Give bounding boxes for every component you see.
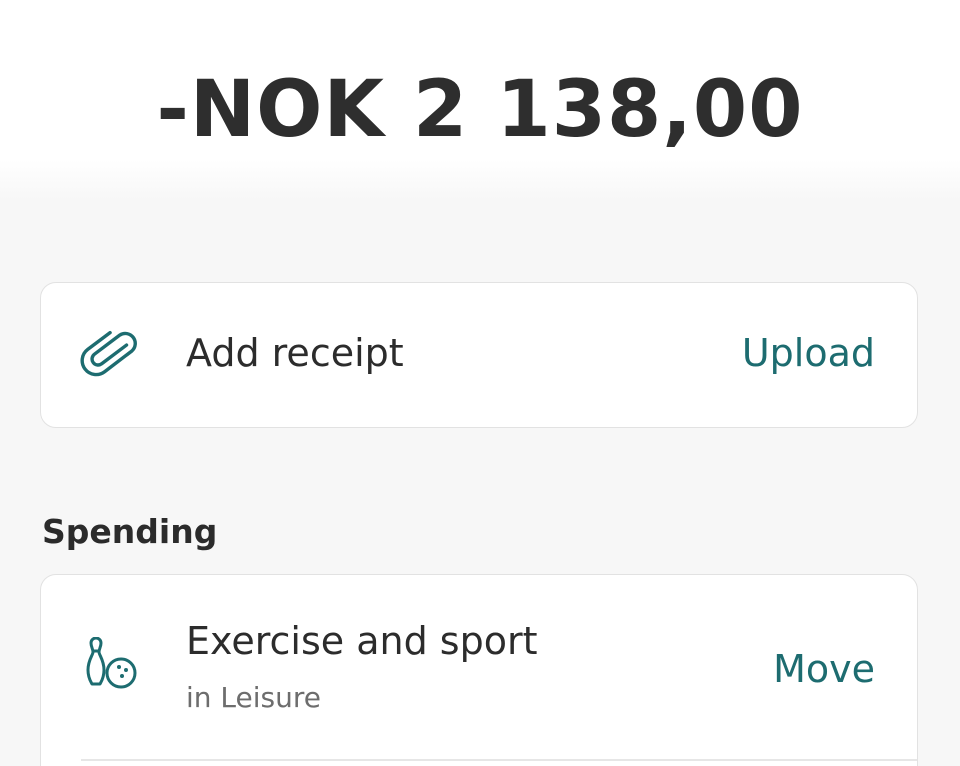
upload-button[interactable]: Upload	[742, 331, 875, 375]
transaction-amount: -NOK 2 138,00	[156, 65, 804, 155]
category-title: Exercise and sport	[186, 619, 538, 663]
transaction-detail-screen: -NOK 2 138,00 Add receipt Upload Spendin…	[0, 0, 960, 766]
row-divider	[81, 759, 917, 761]
spending-heading: Spending	[42, 512, 218, 551]
spending-card: Exercise and sport in Leisure Move	[40, 574, 918, 766]
bowling-icon	[86, 637, 137, 689]
category-subtitle: in Leisure	[186, 681, 321, 714]
add-receipt-card[interactable]: Add receipt Upload	[40, 282, 918, 428]
paperclip-icon	[80, 330, 137, 377]
add-receipt-label: Add receipt	[186, 331, 404, 375]
move-button[interactable]: Move	[773, 647, 875, 691]
